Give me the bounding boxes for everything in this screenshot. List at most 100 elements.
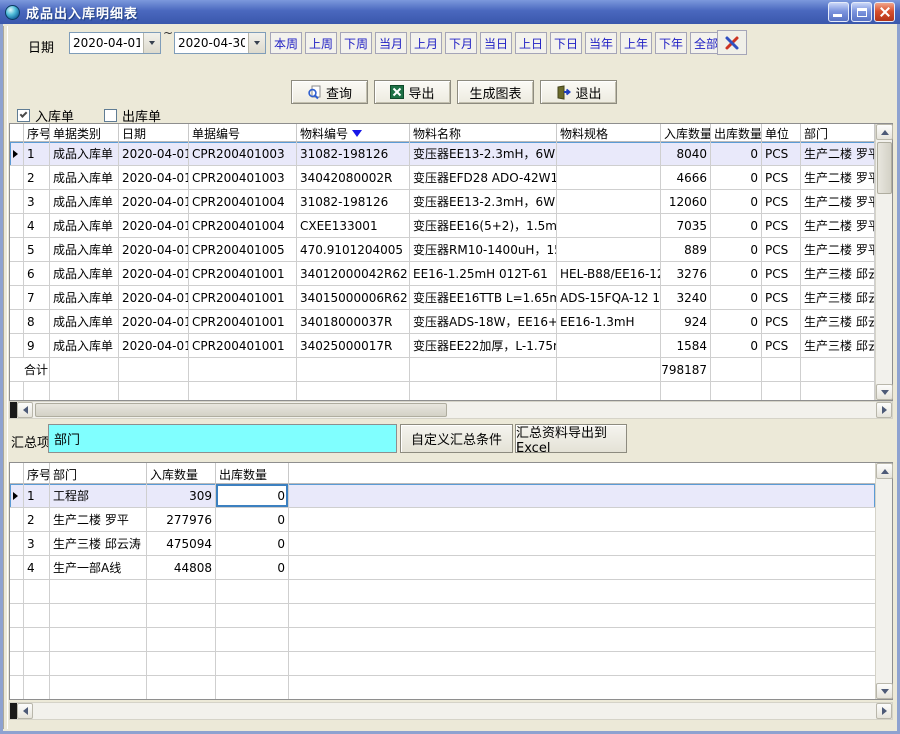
quick-range-button[interactable]: 本周 xyxy=(270,32,302,54)
arrow-up-icon xyxy=(881,469,889,474)
cell-item-no: 34018000037R xyxy=(297,310,410,334)
header-unit[interactable]: 单位 xyxy=(762,124,801,142)
quick-range-button[interactable]: 下周 xyxy=(340,32,372,54)
cell-no: 1 xyxy=(24,142,50,166)
scroll-right-button[interactable] xyxy=(876,703,892,719)
table-row[interactable]: 2 成品入库单 2020-04-01 CPR200401003 34042080… xyxy=(10,166,875,190)
header-spec[interactable]: 物料规格 xyxy=(557,124,661,142)
table-row[interactable]: 4 成品入库单 2020-04-01 CPR200401004 CXEE1330… xyxy=(10,214,875,238)
quick-range-button[interactable]: 上日 xyxy=(515,32,547,54)
date-from-dropdown-button[interactable] xyxy=(143,33,160,53)
date-to-input[interactable] xyxy=(175,33,248,53)
search-icon xyxy=(307,85,322,100)
detail-vertical-scrollbar[interactable] xyxy=(875,124,892,400)
header-no[interactable]: 序号 xyxy=(24,124,50,142)
table-row[interactable]: 9 成品入库单 2020-04-01 CPR200401001 34025000… xyxy=(10,334,875,358)
header-doc-type[interactable]: 单据类别 xyxy=(50,124,119,142)
cell-unit: PCS xyxy=(762,214,801,238)
custom-summary-button[interactable]: 自定义汇总条件 xyxy=(400,424,513,453)
scroll-down-button[interactable] xyxy=(876,683,893,699)
quick-range-button[interactable]: 上月 xyxy=(410,32,442,54)
splitter-handle[interactable] xyxy=(10,703,17,719)
table-row[interactable]: 6 成品入库单 2020-04-01 CPR200401001 34012000… xyxy=(10,262,875,286)
scroll-left-button[interactable] xyxy=(17,703,33,719)
header-gutter xyxy=(10,463,24,484)
make-chart-button[interactable]: 生成图表 xyxy=(457,80,534,104)
summary-row[interactable]: 3 生产三楼 邱云涛 475094 0 xyxy=(10,532,875,556)
cell-doc-type: 成品入库单 xyxy=(50,238,119,262)
scroll-thumb[interactable] xyxy=(35,403,447,417)
quick-range-button[interactable]: 下年 xyxy=(655,32,687,54)
quick-range-button[interactable]: 当年 xyxy=(585,32,617,54)
quick-range-button[interactable]: 当日 xyxy=(480,32,512,54)
exit-button[interactable]: 退出 xyxy=(540,80,617,104)
cell-doc-no: CPR200401001 xyxy=(189,262,297,286)
quick-range-button[interactable]: 上周 xyxy=(305,32,337,54)
scroll-thumb[interactable] xyxy=(877,142,892,194)
export-button[interactable]: 导出 xyxy=(374,80,451,104)
header-no[interactable]: 序号 xyxy=(24,463,50,484)
date-to-combo[interactable] xyxy=(174,32,266,54)
scroll-right-button[interactable] xyxy=(876,402,892,418)
summary-row[interactable]: 4 生产一部A线 44808 0 xyxy=(10,556,875,580)
date-from-combo[interactable] xyxy=(69,32,161,54)
summary-field-input[interactable] xyxy=(48,424,397,453)
titlebar[interactable]: 成品出入库明细表 xyxy=(0,0,900,24)
detail-horizontal-scrollbar[interactable] xyxy=(9,401,893,419)
minimize-button[interactable] xyxy=(828,2,849,22)
summary-row[interactable]: 2 生产二楼 罗平 277976 0 xyxy=(10,508,875,532)
scroll-left-button[interactable] xyxy=(17,402,33,418)
header-item-no[interactable]: 物料编号 xyxy=(297,124,410,142)
date-to-dropdown-button[interactable] xyxy=(248,33,265,53)
settings-button[interactable] xyxy=(717,30,747,55)
header-in-qty[interactable]: 入库数量 xyxy=(661,124,711,142)
scroll-track[interactable] xyxy=(33,402,876,418)
date-from-input[interactable] xyxy=(70,33,143,53)
header-out-qty[interactable]: 出库数量 xyxy=(711,124,762,142)
quick-range-button[interactable]: 下日 xyxy=(550,32,582,54)
quick-range-button[interactable]: 下月 xyxy=(445,32,477,54)
scroll-up-button[interactable] xyxy=(876,124,893,140)
query-button[interactable]: 查询 xyxy=(291,80,368,104)
header-date[interactable]: 日期 xyxy=(119,124,189,142)
table-row[interactable]: 5 成品入库单 2020-04-01 CPR200401005 470.9101… xyxy=(10,238,875,262)
header-item-name[interactable]: 物料名称 xyxy=(410,124,557,142)
cell-item-name: 变压器ADS-18W，EE16++ xyxy=(410,310,557,334)
quick-range-button[interactable]: 当月 xyxy=(375,32,407,54)
summary-vertical-scrollbar[interactable] xyxy=(875,463,892,699)
header-in-qty[interactable]: 入库数量 xyxy=(147,463,216,484)
cell-dept: 生产三楼 邱云涛 xyxy=(801,286,875,310)
row-gutter xyxy=(10,286,24,310)
scroll-down-button[interactable] xyxy=(876,384,893,400)
scroll-track[interactable] xyxy=(33,703,876,719)
cell-out-qty: 0 xyxy=(216,484,289,508)
splitter-handle[interactable] xyxy=(10,402,17,418)
cell-dept: 生产三楼 邱云涛 xyxy=(801,262,875,286)
scroll-track[interactable] xyxy=(876,479,892,683)
summary-horizontal-scrollbar[interactable] xyxy=(9,702,893,720)
summary-row[interactable]: 1 工程部 309 0 xyxy=(10,484,875,508)
header-gutter xyxy=(10,124,24,142)
cell-filler xyxy=(289,508,875,532)
cell-doc-type: 成品入库单 xyxy=(50,214,119,238)
scroll-track[interactable] xyxy=(876,140,892,384)
table-row[interactable]: 3 成品入库单 2020-04-01 CPR200401004 31082-19… xyxy=(10,190,875,214)
cell-doc-type: 成品入库单 xyxy=(50,142,119,166)
row-gutter xyxy=(10,532,24,556)
quick-range-button[interactable]: 上年 xyxy=(620,32,652,54)
cell-out-qty: 0 xyxy=(711,214,762,238)
table-row[interactable]: 7 成品入库单 2020-04-01 CPR200401001 34015000… xyxy=(10,286,875,310)
summary-export-button[interactable]: 汇总资料导出到Excel xyxy=(515,424,627,453)
header-out-qty[interactable]: 出库数量 xyxy=(216,463,289,484)
scroll-up-button[interactable] xyxy=(876,463,893,479)
header-doc-no[interactable]: 单据编号 xyxy=(189,124,297,142)
cell-no: 4 xyxy=(24,214,50,238)
close-button[interactable] xyxy=(874,2,895,22)
header-dept[interactable]: 部门 xyxy=(801,124,875,142)
header-dept[interactable]: 部门 xyxy=(50,463,147,484)
cell-spec: EE16-1.3mH xyxy=(557,310,661,334)
table-row[interactable]: 8 成品入库单 2020-04-01 CPR200401001 34018000… xyxy=(10,310,875,334)
maximize-button[interactable] xyxy=(851,2,872,22)
cell-out-qty: 0 xyxy=(711,286,762,310)
table-row[interactable]: 1 成品入库单 2020-04-01 CPR200401003 31082-19… xyxy=(10,142,875,166)
